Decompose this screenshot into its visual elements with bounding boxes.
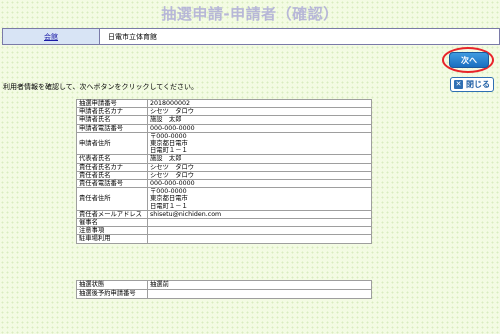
info-row-label: 駐車場利用 [76, 234, 148, 244]
info-row-label: 責任者住所 [76, 187, 148, 211]
venue-value: 日電市立体育館 [108, 32, 157, 41]
status-row-label: 抽選状態 [76, 279, 148, 291]
next-button[interactable]: 次へ [449, 52, 489, 68]
info-row-label: 申請者氏名 [76, 115, 148, 125]
info-row-label: 申請者電話番号 [76, 123, 148, 133]
info-row-label: 申請者氏名カナ [76, 107, 148, 117]
info-row-value: shisetu@nichiden.com [147, 209, 372, 220]
info-row: 申請者氏名カナ シセツ タロウ [76, 107, 372, 117]
info-row-label: 注意事項 [76, 226, 148, 236]
info-row-value: 〒000-0000 東京都日電市 日電町１－１ [147, 187, 372, 211]
info-row: 注意事項 [76, 226, 372, 236]
page-title: 抽選申請-申請者（確認） [161, 5, 339, 23]
status-row-label: 抽選後予約申請番号 [76, 289, 148, 300]
info-row-value [147, 226, 372, 236]
info-row: 駐車場利用 [76, 234, 372, 244]
info-row: 申請者氏名 施設 太郎 [76, 115, 372, 125]
venue-row: 会館 日電市立体育館 [2, 28, 500, 45]
info-row-label: 責任者メールアドレス [76, 209, 148, 220]
info-row-value: 000-000-0000 [147, 179, 372, 189]
info-row-value: 2018000002 [147, 98, 372, 109]
status-row-value [147, 289, 372, 300]
info-row-label: 抽選申請番号 [76, 98, 148, 109]
status-row: 抽選後予約申請番号 [76, 289, 372, 300]
info-row-value [147, 218, 372, 228]
lottery-status-table: 抽選状態 抽選前 抽選後予約申請番号 [76, 279, 372, 300]
status-row: 抽選状態 抽選前 [76, 279, 372, 291]
info-row: 申請者住所 〒000-0000 東京都日電市 日電町１－１ [76, 131, 372, 156]
info-row: 抽選申請番号 2018000002 [76, 98, 372, 109]
instruction-text: 利用者情報を確認して、次へボタンをクリックしてください。 [3, 83, 199, 91]
info-row-value: 〒000-0000 東京都日電市 日電町１－１ [147, 131, 372, 156]
applicant-info-table: 抽選申請番号 2018000002 申請者氏名カナ シセツ タロウ 申請者氏名 施設 太郎… [76, 98, 372, 244]
info-row-label: 責任者電話番号 [76, 179, 148, 189]
close-button[interactable]: ✕ 閉じる [450, 77, 494, 92]
info-row: 代表者氏名 施設 太郎 [76, 154, 372, 164]
info-row-value [147, 234, 372, 244]
info-row-value: シセツ タロウ [147, 170, 372, 181]
info-row: 責任者メールアドレス shisetu@nichiden.com [76, 209, 372, 220]
info-row-label: 責任者氏名カナ [76, 162, 148, 172]
info-row: 申請者電話番号 000-000-0000 [76, 123, 372, 133]
info-row: 責任者住所 〒000-0000 東京都日電市 日電町１－１ [76, 187, 372, 211]
info-row: 責任者氏名カナ シセツ タロウ [76, 162, 372, 172]
venue-label-cell: 会館 [3, 29, 100, 44]
status-row-value: 抽選前 [147, 279, 372, 291]
info-row-label: 責任者氏名 [76, 170, 148, 181]
info-row-label: 催事名 [76, 218, 148, 228]
info-row-value: 施設 太郎 [147, 154, 372, 164]
info-row: 催事名 [76, 218, 372, 228]
info-row-value: シセツ タロウ [147, 162, 372, 172]
close-button-label: 閉じる [466, 80, 490, 89]
info-row-label: 代表者氏名 [76, 154, 148, 164]
venue-link[interactable]: 会館 [44, 32, 58, 42]
info-row-label: 申請者住所 [76, 131, 148, 156]
info-row-value: シセツ タロウ [147, 107, 372, 117]
info-row-value: 施設 太郎 [147, 115, 372, 125]
info-row: 責任者電話番号 000-000-0000 [76, 179, 372, 189]
close-icon: ✕ [454, 80, 463, 89]
info-row: 責任者氏名 シセツ タロウ [76, 170, 372, 181]
info-row-value: 000-000-0000 [147, 123, 372, 133]
